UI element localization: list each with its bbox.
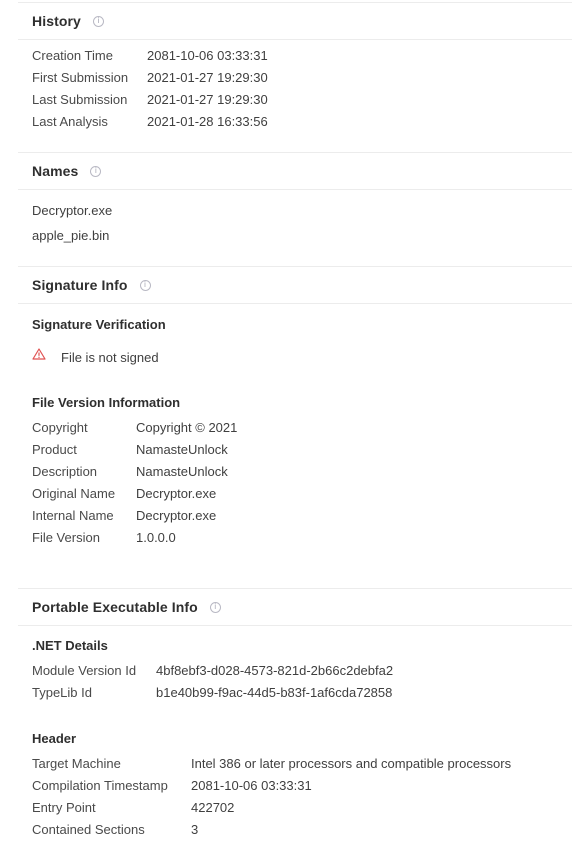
version-row-description: Description NamasteUnlock [32,460,228,482]
net-row-module-version-id: Module Version Id 4bf8ebf3-d028-4573-821… [32,659,393,681]
field-label: Last Analysis [32,113,108,129]
name-item: Decryptor.exe [32,203,113,218]
field-value: Decryptor.exe [136,485,217,501]
field-value: 2081-10-06 03:33:31 [147,47,268,63]
signature-verification-heading: Signature Verification [32,317,166,332]
field-label: First Submission [32,69,129,85]
field-value: Decryptor.exe [136,507,217,523]
info-icon[interactable]: i [139,279,151,291]
field-value: 2021-01-27 19:29:30 [147,91,268,107]
field-value: 2081-10-06 03:33:31 [191,777,312,793]
version-row-product: Product NamasteUnlock [32,438,228,460]
header-row-compilation-timestamp: Compilation Timestamp 2081-10-06 03:33:3… [32,774,312,796]
version-row-file-version: File Version 1.0.0.0 [32,526,176,548]
field-label: Target Machine [32,755,121,771]
field-label: Internal Name [32,507,114,523]
field-label: Compilation Timestamp [32,777,168,793]
field-label: Product [32,441,77,457]
field-label: Contained Sections [32,821,145,837]
history-title: History [32,13,81,29]
field-value: b1e40b99-f9ac-44d5-b83f-1af6cda72858 [156,684,393,700]
field-value: 2021-01-27 19:29:30 [147,69,268,85]
name-item: apple_pie.bin [32,228,110,243]
field-label: TypeLib Id [32,684,92,700]
field-value: Copyright © 2021 [136,419,238,435]
info-icon[interactable]: i [90,165,102,177]
pe-info-title: Portable Executable Info [32,599,198,615]
net-row-typelib-id: TypeLib Id b1e40b99-f9ac-44d5-b83f-1af6c… [32,681,392,703]
version-row-internal-name: Internal Name Decryptor.exe [32,504,216,526]
field-value: NamasteUnlock [136,441,228,457]
history-header: History i [18,3,572,40]
history-row-creation-time: Creation Time 2081-10-06 03:33:31 [32,44,268,66]
field-value: 2021-01-28 16:33:56 [147,113,268,129]
names-card: Names i Decryptor.exe apple_pie.bin [18,152,572,265]
header-row-target-machine: Target Machine Intel 386 or later proces… [32,752,511,774]
field-label: File Version [32,529,100,545]
net-details-heading: .NET Details [32,638,108,653]
field-label: Original Name [32,485,116,501]
signature-info-title: Signature Info [32,277,128,293]
version-row-copyright: Copyright Copyright © 2021 [32,416,237,438]
names-title: Names [32,163,79,179]
header-heading: Header [32,731,77,746]
version-row-original-name: Original Name Decryptor.exe [32,482,216,504]
pe-info-card: Portable Executable Info i .NET Details … [18,588,572,846]
pe-info-header: Portable Executable Info i [18,589,572,626]
signature-info-header: Signature Info i [18,267,572,304]
history-row-last-submission: Last Submission 2021-01-27 19:29:30 [32,88,268,110]
field-label: Module Version Id [32,662,137,678]
field-value: NamasteUnlock [136,463,228,479]
field-label: Entry Point [32,799,96,815]
signature-info-card: Signature Info i Signature Verification … [18,266,572,587]
field-value: 422702 [191,799,235,815]
field-label: Copyright [32,419,88,435]
names-header: Names i [18,153,572,190]
history-card: History i Creation Time 2081-10-06 03:33… [18,2,572,151]
field-value: 3 [191,821,199,837]
warning-icon [32,348,46,360]
header-row-contained-sections: Contained Sections 3 [32,818,198,840]
field-label: Last Submission [32,91,128,107]
field-value: 1.0.0.0 [136,529,176,545]
field-label: Creation Time [32,47,113,63]
field-label: Description [32,463,98,479]
file-version-heading: File Version Information [32,395,181,410]
history-row-last-analysis: Last Analysis 2021-01-28 16:33:56 [32,110,268,132]
header-row-entry-point: Entry Point 422702 [32,796,234,818]
info-icon[interactable]: i [92,15,104,27]
info-icon[interactable]: i [209,601,221,613]
signature-status-text: File is not signed [61,350,159,365]
field-value: Intel 386 or later processors and compat… [191,755,512,771]
history-row-first-submission: First Submission 2021-01-27 19:29:30 [32,66,268,88]
field-value: 4bf8ebf3-d028-4573-821d-2b66c2debfa2 [156,662,394,678]
